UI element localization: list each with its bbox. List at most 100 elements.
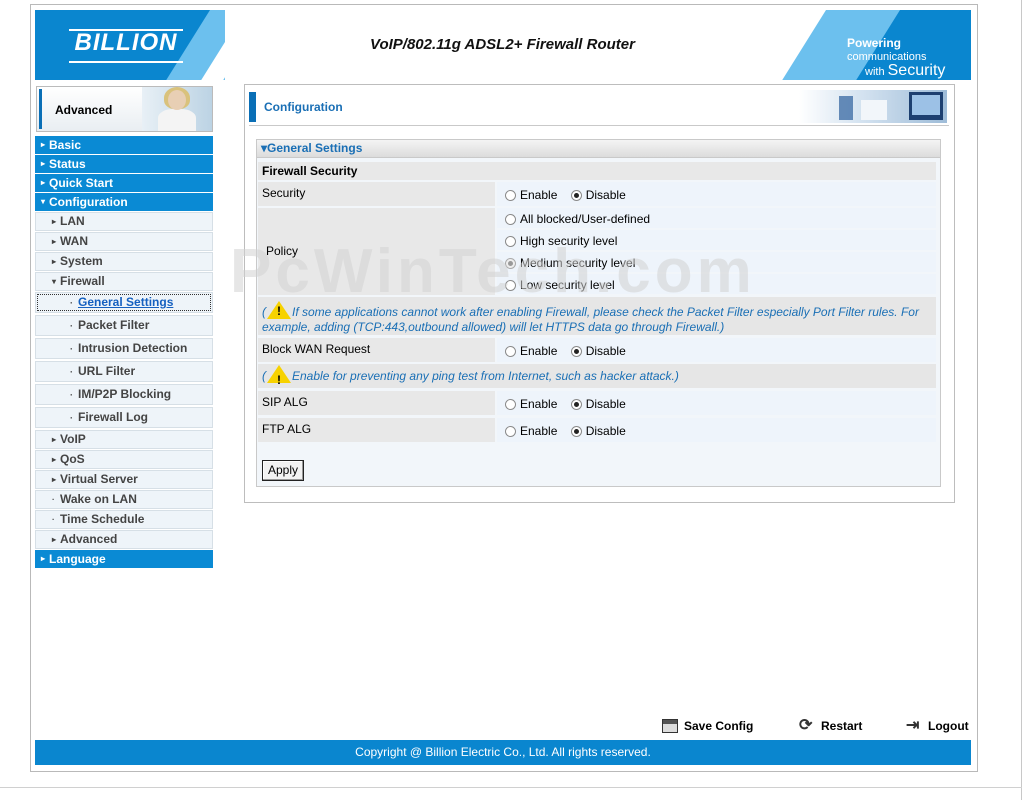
sidebar-item-language[interactable]: ▸ Language <box>35 550 213 568</box>
logout-label: Logout <box>928 719 969 733</box>
sidebar-item-im-p2p-blocking[interactable]: · IM/P2P Blocking <box>35 384 213 405</box>
block-wan-enable-radio[interactable] <box>505 346 516 357</box>
sidebar-item-qos[interactable]: ▸ QoS <box>35 450 213 469</box>
ftp-alg-label: FTP ALG <box>258 418 495 442</box>
sip-alg-disable-label: Disable <box>585 397 626 411</box>
ftp-alg-disable-radio[interactable] <box>570 426 582 437</box>
chevron-right-icon: ▸ <box>41 554 46 563</box>
chevron-right-icon: · <box>52 515 55 524</box>
ping-note-text: Enable for preventing any ping test from… <box>292 369 679 383</box>
sidebar-item-label: Intrusion Detection <box>78 341 188 355</box>
copyright-footer: Copyright @ Billion Electric Co., Ltd. A… <box>35 740 971 765</box>
brand-tagline: Powering communications with Security <box>847 37 971 79</box>
policy-radio[interactable] <box>505 280 516 291</box>
sidebar-item-time-schedule[interactable]: · Time Schedule <box>35 510 213 529</box>
policy-row: Policy All blocked/User-defined High secu… <box>258 208 936 295</box>
section-header[interactable]: ▾General Settings <box>257 140 940 158</box>
block-wan-disable-radio[interactable] <box>570 346 582 357</box>
save-config-label: Save Config <box>684 719 754 733</box>
sidebar-item-label: URL Filter <box>78 364 136 378</box>
sip-alg-enable-label: Enable <box>520 397 558 411</box>
chevron-down-icon: ▾ <box>41 197 46 206</box>
ftp-alg-enable-radio[interactable] <box>505 426 516 437</box>
image-shape <box>861 100 887 120</box>
sidebar-item-firewall-log[interactable]: · Firewall Log <box>35 407 213 428</box>
policy-option-label: Low security level <box>520 278 615 292</box>
chevron-right-icon: ▸ <box>41 178 46 187</box>
header-banner: BILLION VoIP/802.11g ADSL2+ Firewall Rou… <box>35 10 971 80</box>
sidebar-item-voip[interactable]: ▸ VoIP <box>35 430 213 449</box>
logout-button[interactable]: Logout <box>906 715 969 735</box>
bullet-icon: · <box>70 413 73 423</box>
block-wan-row: Block WAN Request Enable Disable <box>258 338 936 362</box>
logout-icon <box>906 715 922 735</box>
policy-radio[interactable] <box>505 258 516 269</box>
block-wan-disable-option[interactable]: Disable <box>570 338 626 364</box>
restart-button[interactable]: Restart <box>799 715 862 735</box>
sidebar-item-wake-on-lan[interactable]: · Wake on LAN <box>35 490 213 509</box>
sidebar-item-label[interactable]: General Settings <box>78 295 173 309</box>
sidebar-item-label: Packet Filter <box>78 318 150 332</box>
chevron-right-icon: · <box>52 495 55 504</box>
sip-alg-enable-radio[interactable] <box>505 399 516 410</box>
group-title-row: Firewall Security <box>258 162 936 180</box>
sip-alg-label: SIP ALG <box>258 391 495 415</box>
panel-header-image <box>799 90 947 123</box>
bullet-icon: · <box>70 298 73 308</box>
sidebar-item-label: Virtual Server <box>60 472 138 486</box>
save-config-button[interactable]: Save Config <box>662 719 753 733</box>
sidebar-item-quick-start[interactable]: ▸ Quick Start <box>35 174 213 192</box>
panel-title: Configuration <box>264 100 343 114</box>
apply-button[interactable]: Apply <box>262 460 304 481</box>
sidebar-item-lan[interactable]: ▸ LAN <box>35 212 213 231</box>
security-enable-option[interactable]: Enable <box>505 182 557 208</box>
note-open-paren: ( <box>262 369 266 383</box>
security-disable-radio[interactable] <box>570 190 582 201</box>
policy-option[interactable]: Low security level <box>497 274 936 294</box>
sip-alg-enable-option[interactable]: Enable <box>505 391 557 417</box>
sidebar-item-wan[interactable]: ▸ WAN <box>35 232 213 251</box>
bullet-icon: · <box>70 321 73 331</box>
sidebar-item-status[interactable]: ▸ Status <box>35 155 213 173</box>
policy-option[interactable]: Medium security level <box>497 252 936 272</box>
block-wan-enable-option[interactable]: Enable <box>505 338 557 364</box>
sidebar-item-firewall[interactable]: ▾ Firewall <box>35 272 213 291</box>
policy-radio[interactable] <box>505 214 516 225</box>
tagline-with: with <box>865 66 885 78</box>
sip-alg-disable-radio[interactable] <box>570 399 582 410</box>
monitor-screen <box>912 95 940 115</box>
window-bottom-edge <box>0 787 1022 788</box>
block-wan-enable-label: Enable <box>520 344 558 358</box>
sidebar-item-system[interactable]: ▸ System <box>35 252 213 271</box>
image-shape <box>839 96 853 120</box>
ftp-alg-enable-option[interactable]: Enable <box>505 418 557 444</box>
sidebar-item-url-filter[interactable]: · URL Filter <box>35 361 213 382</box>
sidebar-item-label: Configuration <box>49 195 128 209</box>
block-wan-label: Block WAN Request <box>258 338 495 362</box>
sidebar-item-virtual-server[interactable]: ▸ Virtual Server <box>35 470 213 489</box>
warning-icon <box>267 301 291 319</box>
ftp-alg-disable-option[interactable]: Disable <box>570 418 626 444</box>
sidebar-item-label: LAN <box>60 214 85 228</box>
security-enable-label: Enable <box>520 188 558 202</box>
sidebar-item-configuration[interactable]: ▾ Configuration <box>35 193 213 211</box>
sidebar-item-advanced[interactable]: ▸ Advanced <box>35 530 213 549</box>
group-title: Firewall Security <box>258 162 936 180</box>
policy-option-label: All blocked/User-defined <box>520 212 651 226</box>
chevron-down-icon: ▾ <box>52 277 57 286</box>
policy-option[interactable]: High security level <box>497 230 936 250</box>
sidebar-item-basic[interactable]: ▸ Basic <box>35 136 213 154</box>
sidebar-item-label: QoS <box>60 452 85 466</box>
sidebar-item-packet-filter[interactable]: · Packet Filter <box>35 315 213 336</box>
sidebar-item-general-settings[interactable]: · General Settings <box>35 292 213 313</box>
block-wan-options: Enable Disable <box>497 338 936 362</box>
sidebar-item-label: Basic <box>49 138 82 152</box>
sip-alg-disable-option[interactable]: Disable <box>570 391 626 417</box>
chevron-right-icon: ▸ <box>52 535 57 544</box>
security-enable-radio[interactable] <box>505 190 516 201</box>
policy-option[interactable]: All blocked/User-defined <box>497 208 936 228</box>
policy-radio[interactable] <box>505 236 516 247</box>
save-icon <box>662 719 678 733</box>
security-disable-option[interactable]: Disable <box>570 182 626 208</box>
sidebar-item-intrusion-detection[interactable]: · Intrusion Detection <box>35 338 213 359</box>
